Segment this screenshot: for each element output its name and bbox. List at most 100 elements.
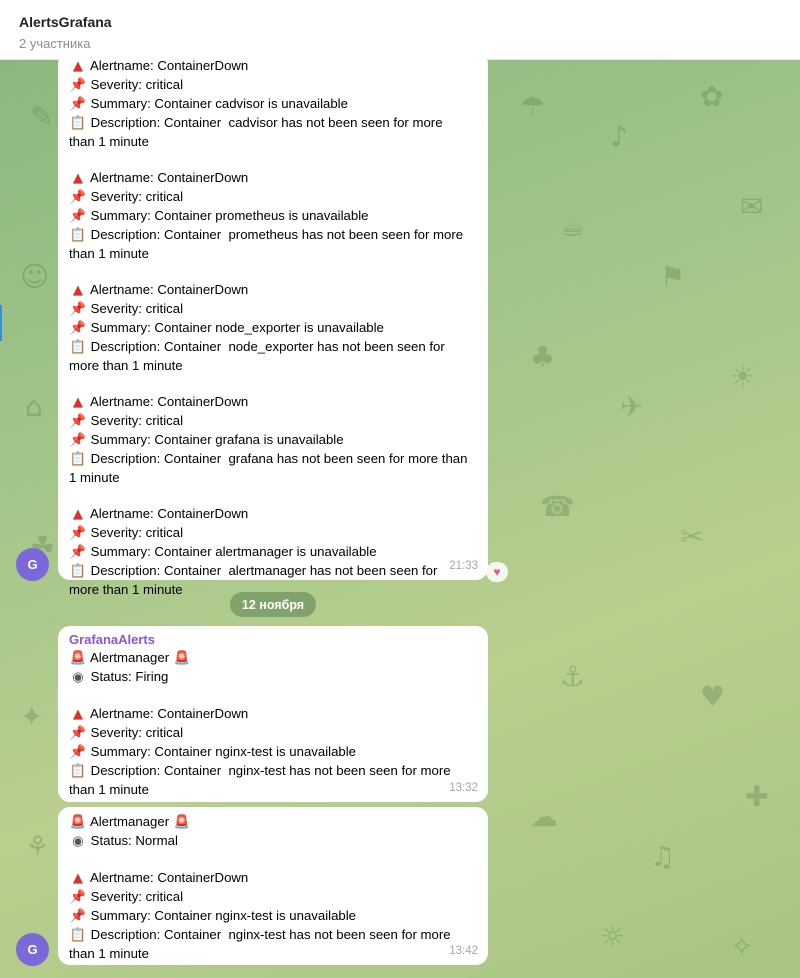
message-line: 📌 Severity: critical (69, 524, 478, 543)
message-time: 13:42 (449, 945, 478, 957)
message-bubble[interactable]: ▲ Alertname: ContainerDown 📌 Severity: cr… (58, 52, 488, 597)
message-line: 🚨 Alertmanager 🚨 (69, 813, 478, 832)
clipboard-icon: 📋 (69, 228, 87, 243)
message-line-text: more than 1 minute (69, 358, 183, 373)
message-text: 🚨 Alertmanager 🚨 ◉ Status: Normal ▲ Alertn… (69, 813, 478, 963)
message-line-text: Description: Container nginx-test has no… (90, 927, 451, 942)
pushpin-icon: 📌 (69, 321, 87, 336)
message-line-text: Status: Firing (90, 669, 169, 684)
message-line: ◉ Status: Normal (69, 832, 478, 851)
clipboard-icon: 📋 (69, 340, 87, 355)
red-triangle-icon: ▲ (72, 283, 84, 298)
message-line: 📋 Description: Container cadvisor has no… (69, 114, 478, 133)
message-line-text: Summary: Container nginx-test is unavail… (90, 744, 357, 759)
pushpin-icon: 📌 (69, 545, 87, 560)
message-line: ▲ Alertname: ContainerDown (69, 169, 478, 188)
message-line: than 1 minute (69, 945, 478, 963)
message-line-text: 1 minute (69, 470, 120, 485)
message-line-text: Severity: critical (90, 725, 184, 740)
message-line: ▲ Alertname: ContainerDown (69, 505, 478, 524)
message-line: 📌 Severity: critical (69, 300, 478, 319)
message-line-text: Severity: critical (90, 525, 184, 540)
message-text: 🚨 Alertmanager 🚨 ◉ Status: Firing ▲ Alertn… (69, 649, 478, 799)
message-line: 📌 Summary: Container nginx-test is unava… (69, 743, 478, 762)
message-line-text: Description: Container nginx-test has no… (90, 763, 451, 778)
message-line-text: Status: Normal (90, 833, 178, 848)
message-time: 13:32 (449, 782, 478, 794)
message-line-text: Description: Container prometheus has no… (90, 227, 464, 242)
message-line: ▲ Alertname: ContainerDown (69, 57, 478, 76)
message-line-text: Severity: critical (90, 413, 184, 428)
heart-icon[interactable]: ♥ (486, 562, 508, 582)
message-line: more than 1 minute (69, 357, 478, 375)
message-line-text: Severity: critical (90, 301, 184, 316)
siren-icon: 🚨 (69, 815, 87, 830)
message-line-text: Alertname: ContainerDown (89, 506, 249, 521)
message-line: 📌 Summary: Container prometheus is unava… (69, 207, 478, 226)
message-line: 🚨 Alertmanager 🚨 (69, 649, 478, 668)
chat-header[interactable]: AlertsGrafana 2 участника (0, 0, 800, 60)
message-line: 📋 Description: Container alertmanager ha… (69, 562, 478, 581)
message-line-text: Alertname: ContainerDown (89, 706, 249, 721)
clipboard-icon: 📋 (69, 452, 87, 467)
siren-icon: 🚨 (173, 815, 190, 830)
message-line-text: Alertname: ContainerDown (89, 58, 249, 73)
message-line-text: than 1 minute (69, 134, 149, 149)
pushpin-icon: 📌 (69, 97, 87, 112)
message-line-text: Alertname: ContainerDown (89, 170, 249, 185)
message-line: 📋 Description: Container nginx-test has … (69, 926, 478, 945)
message-bubble[interactable]: GrafanaAlerts 🚨 Alertmanager 🚨 ◉ Status: … (58, 626, 488, 802)
pushpin-icon: 📌 (69, 526, 87, 541)
clipboard-icon: 📋 (69, 764, 87, 779)
sender-name[interactable]: GrafanaAlerts (69, 631, 478, 649)
message-line: 📋 Description: Container prometheus has … (69, 226, 478, 245)
pushpin-icon: 📌 (69, 190, 87, 205)
message-line: 📌 Severity: critical (69, 724, 478, 743)
message-line-text: Summary: Container nginx-test is unavail… (90, 908, 357, 923)
message-line: 📌 Summary: Container alertmanager is una… (69, 543, 478, 562)
message-line-text: Summary: Container prometheus is unavail… (90, 208, 369, 223)
pushpin-icon: 📌 (69, 745, 87, 760)
message-line-text: Description: Container cadvisor has not … (90, 115, 443, 130)
sender-avatar[interactable]: G (16, 548, 49, 581)
message-line: 📌 Severity: critical (69, 888, 478, 907)
chat-title[interactable]: AlertsGrafana (19, 14, 800, 30)
message-line: ◉ Status: Firing (69, 668, 478, 687)
sender-avatar[interactable]: G (16, 933, 49, 966)
message-line-text: Alertname: ContainerDown (89, 282, 249, 297)
message-time: 21:33 (449, 560, 478, 572)
red-triangle-icon: ▲ (72, 59, 84, 74)
message-line: ▲ Alertname: ContainerDown (69, 393, 478, 412)
pushpin-icon: 📌 (69, 302, 87, 317)
siren-icon: 🚨 (173, 651, 190, 666)
scroll-indicator (0, 305, 2, 341)
radio-button-icon: ◉ (72, 834, 84, 849)
message-line: 📌 Summary: Container node_exporter is un… (69, 319, 478, 338)
message-line: ▲ Alertname: ContainerDown (69, 705, 478, 724)
message-line-text: Summary: Container grafana is unavailabl… (90, 432, 344, 447)
message-line: than 1 minute (69, 781, 478, 799)
message-line-text: Summary: Container node_exporter is unav… (90, 320, 384, 335)
message-line-text: Description: Container grafana has not b… (90, 451, 468, 466)
message-line-text: than 1 minute (69, 246, 149, 261)
message-bubble[interactable]: 🚨 Alertmanager 🚨 ◉ Status: Normal ▲ Alertn… (58, 807, 488, 965)
message-line-text: Alertmanager (89, 650, 170, 665)
message-line-text: Description: Container node_exporter has… (90, 339, 445, 354)
radio-button-icon: ◉ (72, 670, 84, 685)
message-line-text: Severity: critical (90, 189, 184, 204)
message-line-text: than 1 minute (69, 946, 149, 961)
clipboard-icon: 📋 (69, 928, 87, 943)
message-line: 📋 Description: Container grafana has not… (69, 450, 478, 469)
pushpin-icon: 📌 (69, 726, 87, 741)
red-triangle-icon: ▲ (72, 395, 84, 410)
clipboard-icon: 📋 (69, 564, 87, 579)
pushpin-icon: 📌 (69, 909, 87, 924)
message-line-text: Summary: Container alertmanager is unava… (90, 544, 377, 559)
message-line-text: more than 1 minute (69, 582, 183, 597)
message-line-text: Severity: critical (90, 889, 184, 904)
